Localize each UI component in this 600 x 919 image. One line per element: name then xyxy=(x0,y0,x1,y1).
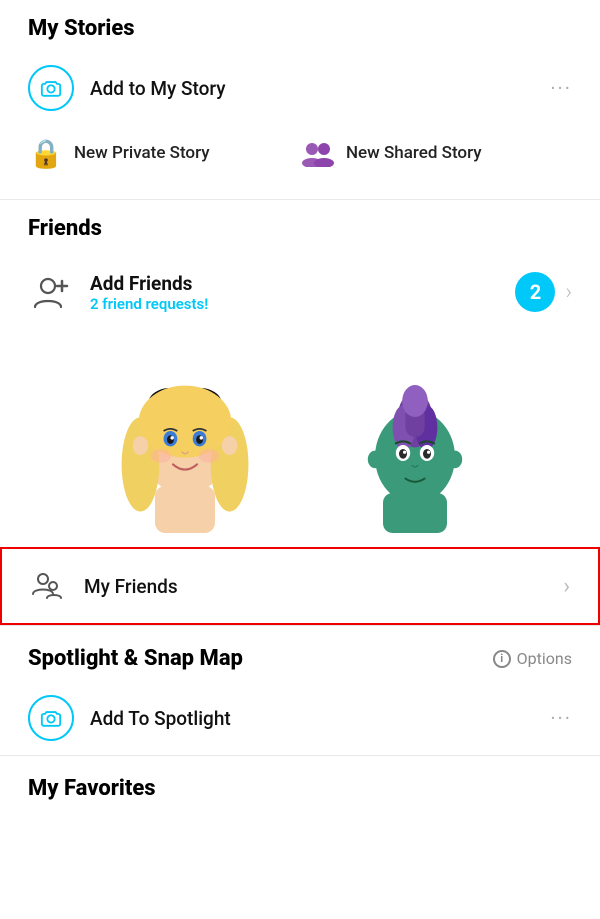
avatar-blonde xyxy=(90,343,280,533)
my-friends-list-icon xyxy=(30,567,68,605)
info-icon: i xyxy=(493,650,511,668)
my-stories-header: My Stories xyxy=(0,0,600,51)
add-friends-name: Add Friends xyxy=(90,272,515,295)
add-friends-text: Add Friends 2 friend requests! xyxy=(90,272,515,313)
add-friends-icon xyxy=(28,269,74,315)
spotlight-title: Spotlight & Snap Map xyxy=(28,646,243,671)
add-friends-chevron: › xyxy=(565,280,572,305)
options-label: Options xyxy=(517,649,572,668)
lock-icon: 🔒 xyxy=(28,135,64,171)
blonde-avatar-svg xyxy=(95,353,275,533)
spotlight-header-row: Spotlight & Snap Map i Options xyxy=(0,626,600,681)
new-private-story-label: New Private Story xyxy=(74,143,210,163)
story-options-row: 🔒 New Private Story New Shared Story xyxy=(0,125,600,189)
camera-svg xyxy=(40,77,62,99)
add-to-spotlight-label: Add To Spotlight xyxy=(90,707,231,730)
add-person-svg xyxy=(30,271,72,313)
my-friends-row[interactable]: My Friends › xyxy=(0,547,600,625)
new-shared-story-option[interactable]: New Shared Story xyxy=(300,135,572,171)
add-friends-row[interactable]: Add Friends 2 friend requests! 2 › xyxy=(0,251,600,333)
new-shared-story-label: New Shared Story xyxy=(346,143,482,163)
friend-requests-badge: 2 xyxy=(515,272,555,312)
spotlight-camera-svg xyxy=(40,707,62,729)
add-story-options-dots[interactable]: ··· xyxy=(550,76,572,100)
my-friends-label: My Friends xyxy=(84,575,563,598)
add-friends-sub: 2 friend requests! xyxy=(90,295,515,313)
my-stories-section: My Stories Add to My Story ··· 🔒 New Pri… xyxy=(0,0,600,199)
my-friends-chevron: › xyxy=(563,574,570,599)
add-to-my-story-label: Add to My Story xyxy=(90,77,226,100)
spotlight-camera-icon xyxy=(28,695,74,741)
my-favorites-section: My Favorites xyxy=(0,756,600,811)
shared-story-icon xyxy=(300,135,336,171)
friends-list-svg xyxy=(31,568,67,604)
add-to-my-story-row[interactable]: Add to My Story ··· xyxy=(0,51,600,125)
spotlight-options-dots[interactable]: ··· xyxy=(550,706,572,730)
avatar-green xyxy=(320,343,510,533)
options-wrap[interactable]: i Options xyxy=(493,649,572,668)
friends-header: Friends xyxy=(0,200,600,251)
avatars-row xyxy=(0,333,600,547)
add-story-camera-icon xyxy=(28,65,74,111)
people-icon-svg xyxy=(300,139,336,167)
friends-section: Friends Add Friends 2 friend requests! 2… xyxy=(0,200,600,625)
badge-chevron-group: 2 › xyxy=(515,272,572,312)
spotlight-section: Spotlight & Snap Map i Options Add To Sp… xyxy=(0,626,600,755)
green-avatar-svg xyxy=(335,373,495,533)
new-private-story-option[interactable]: 🔒 New Private Story xyxy=(28,135,300,171)
my-favorites-title: My Favorites xyxy=(28,776,156,801)
add-to-spotlight-row[interactable]: Add To Spotlight ··· xyxy=(0,681,600,755)
